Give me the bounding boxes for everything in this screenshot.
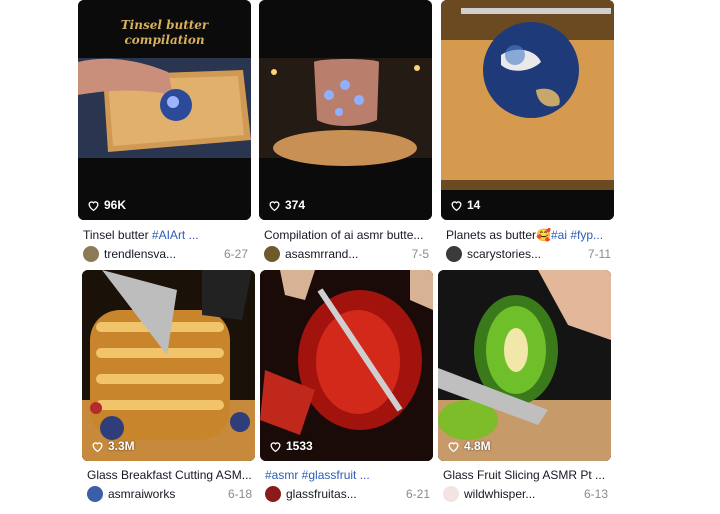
video-meta: scarystories... 7-11 bbox=[446, 245, 611, 263]
heart-icon bbox=[451, 200, 462, 211]
avatar[interactable] bbox=[446, 246, 462, 262]
like-count: 14 bbox=[450, 198, 480, 212]
author-name[interactable]: asasmrrand... bbox=[285, 247, 408, 261]
video-thumbnail[interactable]: 3.3M bbox=[82, 270, 255, 461]
heart-icon bbox=[92, 441, 103, 452]
video-overlay-title: Tinsel butter compilation bbox=[120, 18, 209, 47]
avatar[interactable] bbox=[264, 246, 280, 262]
post-date: 6-18 bbox=[227, 487, 252, 501]
hashtag-link[interactable]: #AIArt ... bbox=[152, 228, 199, 242]
post-date: 7-11 bbox=[587, 247, 611, 261]
heart-icon bbox=[88, 200, 99, 211]
author-name[interactable]: wildwhisper... bbox=[464, 487, 580, 501]
video-meta: wildwhisper... 6-13 bbox=[443, 485, 608, 503]
video-thumbnail[interactable]: 14 bbox=[441, 0, 614, 220]
hashtag-link[interactable]: #asmr #glassfruit ... bbox=[265, 468, 370, 482]
video-meta: asmraiworks 6-18 bbox=[87, 485, 252, 503]
video-caption[interactable]: Glass Fruit Slicing ASMR Pt ... bbox=[443, 468, 608, 483]
heart-icon bbox=[448, 441, 459, 452]
video-thumbnail[interactable]: 374 bbox=[259, 0, 432, 220]
video-meta: glassfruitas... 6-21 bbox=[265, 485, 430, 503]
video-thumbnail[interactable]: 1533 bbox=[260, 270, 433, 461]
heart-icon bbox=[269, 200, 280, 211]
video-caption[interactable]: Tinsel butter #AIArt ... bbox=[83, 228, 248, 243]
video-caption[interactable]: #asmr #glassfruit ... bbox=[265, 468, 430, 483]
post-date: 6-27 bbox=[223, 247, 248, 261]
heart-icon bbox=[270, 441, 281, 452]
author-name[interactable]: scarystories... bbox=[467, 247, 584, 261]
like-count: 1533 bbox=[269, 439, 313, 453]
author-name[interactable]: glassfruitas... bbox=[286, 487, 402, 501]
author-name[interactable]: asmraiworks bbox=[108, 487, 224, 501]
video-caption[interactable]: Compilation of ai asmr butte... bbox=[264, 228, 429, 243]
post-date: 6-21 bbox=[405, 487, 430, 501]
video-caption[interactable]: Glass Breakfast Cutting ASM... bbox=[87, 468, 252, 483]
post-date: 6-13 bbox=[583, 487, 608, 501]
hashtag-link[interactable]: #ai #fyp... bbox=[551, 228, 603, 242]
post-date: 7-5 bbox=[411, 247, 429, 261]
like-count: 96K bbox=[87, 198, 126, 212]
video-meta: trendlensva... 6-27 bbox=[83, 245, 248, 263]
avatar[interactable] bbox=[87, 486, 103, 502]
author-name[interactable]: trendlensva... bbox=[104, 247, 220, 261]
video-meta: asasmrrand... 7-5 bbox=[264, 245, 429, 263]
like-count: 3.3M bbox=[91, 439, 135, 453]
avatar[interactable] bbox=[83, 246, 99, 262]
avatar[interactable] bbox=[443, 486, 459, 502]
video-caption[interactable]: Planets as butter🥰#ai #fyp... bbox=[446, 228, 611, 243]
video-thumbnail[interactable]: Tinsel butter compilation 96K bbox=[78, 0, 251, 220]
video-thumbnail[interactable]: 4.8M bbox=[438, 270, 611, 461]
like-count: 374 bbox=[268, 198, 305, 212]
avatar[interactable] bbox=[265, 486, 281, 502]
like-count: 4.8M bbox=[447, 439, 491, 453]
